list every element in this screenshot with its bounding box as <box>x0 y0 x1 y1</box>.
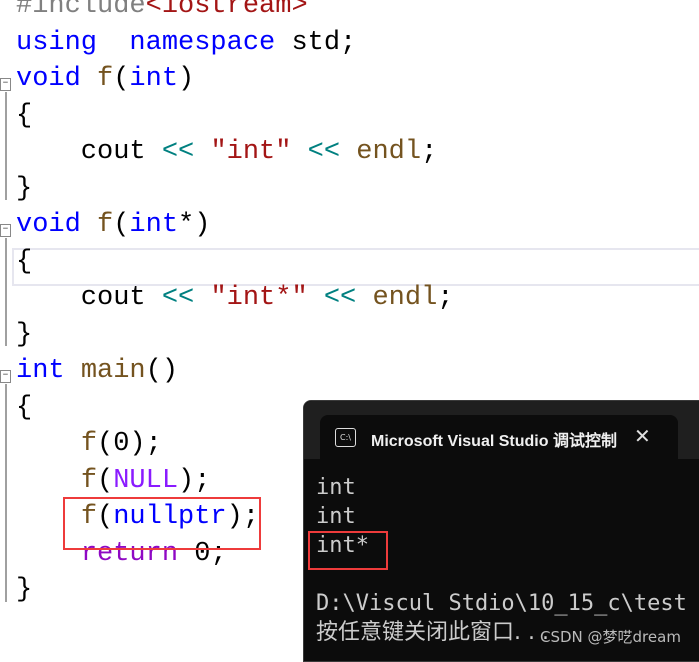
code-token: void <box>16 64 81 94</box>
code-line: { <box>16 244 32 281</box>
console-output-line: int <box>316 475 356 500</box>
code-token: << <box>307 137 341 167</box>
code-token: } <box>16 173 33 204</box>
code-token: ( <box>113 64 130 94</box>
code-token: f <box>97 64 114 94</box>
code-token: <iostream> <box>145 0 308 21</box>
highlight-box-nullptr <box>63 497 261 550</box>
code-token: ; <box>421 137 438 167</box>
code-line: } <box>16 171 32 208</box>
code-token: { <box>16 246 33 277</box>
code-token: (0); <box>97 429 162 459</box>
console-output-line: int <box>316 504 356 529</box>
collapse-icon[interactable]: − <box>0 78 11 91</box>
code-token: << <box>161 137 195 167</box>
code-token: int <box>129 210 179 240</box>
code-token: << <box>323 283 357 313</box>
console-tab-bar: C:\ Microsoft Visual Studio 调试控制台 ✕ <box>304 401 699 461</box>
code-token: ); <box>178 465 211 496</box>
code-token: f <box>80 429 98 459</box>
console-output-line: D:\Viscul Stdio\10_15_c\test <box>316 591 687 616</box>
code-token: ; <box>437 283 454 313</box>
code-token: void <box>16 210 81 240</box>
code-token: cout <box>16 283 162 313</box>
code-line: int main() <box>16 353 178 390</box>
code-token: *) <box>178 210 211 240</box>
code-token: << <box>161 283 195 313</box>
console-output-line: 按任意键关闭此窗口. . . <box>316 620 549 645</box>
code-token: f <box>80 465 98 496</box>
code-token: } <box>16 319 33 350</box>
code-line: cout << "int" << endl; <box>16 134 437 171</box>
code-token: int <box>16 356 65 386</box>
close-icon[interactable]: ✕ <box>634 424 651 448</box>
code-line: f(NULL); <box>16 463 211 500</box>
collapse-icon[interactable]: − <box>0 370 11 383</box>
collapse-icon[interactable]: − <box>0 224 11 237</box>
code-line: { <box>16 98 32 135</box>
console-title: Microsoft Visual Studio 调试控制台 <box>371 433 617 450</box>
code-token: "int" <box>210 137 292 167</box>
code-token: } <box>16 575 33 605</box>
code-token: cout <box>16 137 162 167</box>
fold-guide <box>5 92 7 200</box>
highlight-box-output <box>308 531 388 570</box>
code-token: NULL <box>113 465 179 496</box>
code-token: "int*" <box>210 283 308 313</box>
code-token: f <box>97 210 114 240</box>
code-token: { <box>16 392 33 423</box>
code-line: #include<iostream> <box>16 0 308 25</box>
watermark: CSDN @梦呓dream <box>540 628 681 646</box>
fold-guide <box>5 384 7 602</box>
code-token: main <box>80 356 146 386</box>
code-token: endl <box>372 283 438 313</box>
code-token: ( <box>97 465 114 496</box>
code-line: { <box>16 390 32 427</box>
code-line: f(0); <box>16 426 162 463</box>
code-line: } <box>16 317 32 354</box>
code-line: void f(int) <box>16 61 194 98</box>
terminal-icon: C:\ <box>335 428 356 447</box>
code-token: int <box>129 64 179 94</box>
console-tab[interactable]: C:\ Microsoft Visual Studio 调试控制台 ✕ <box>320 415 678 461</box>
code-token: std; <box>275 27 357 58</box>
code-token: #include <box>16 0 146 21</box>
fold-guide <box>5 238 7 346</box>
code-token: using <box>16 27 98 58</box>
code-line: cout << "int*" << endl; <box>16 280 454 317</box>
code-token: ) <box>178 64 195 94</box>
code-token: ( <box>113 210 130 240</box>
code-line: using namespace std; <box>16 25 356 62</box>
code-token: () <box>145 356 179 386</box>
code-line: void f(int*) <box>16 207 210 244</box>
code-line: } <box>16 572 32 609</box>
code-token: { <box>16 100 33 131</box>
code-token: endl <box>356 137 422 167</box>
code-token: namespace <box>129 27 276 58</box>
